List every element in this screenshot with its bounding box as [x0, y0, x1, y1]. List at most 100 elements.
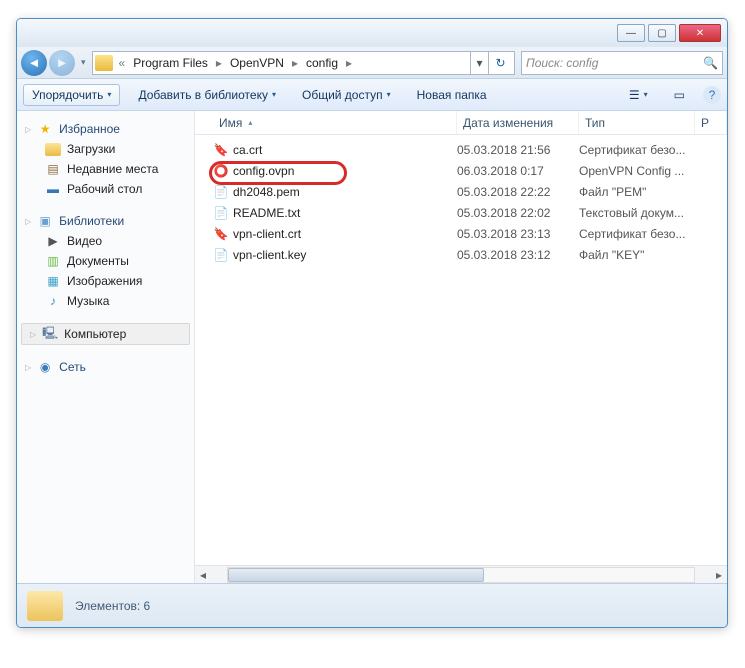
file-icon: 📄	[213, 247, 229, 263]
file-row[interactable]: 📄vpn-client.key05.03.2018 23:12Файл "KEY…	[213, 244, 727, 265]
sidebar-favorites[interactable]: ▷★Избранное	[17, 119, 194, 139]
chevron-down-icon: ▾	[644, 90, 648, 99]
file-date: 06.03.2018 0:17	[457, 164, 579, 178]
chevron-down-icon: ▾	[107, 90, 111, 99]
expand-icon: ▷	[25, 217, 31, 226]
sidebar-computer[interactable]: ▷🖳Компьютер	[21, 323, 190, 345]
file-date: 05.03.2018 22:02	[457, 206, 579, 220]
scroll-left-icon[interactable]: ◂	[195, 568, 211, 582]
back-button[interactable]: ◄	[21, 50, 47, 76]
status-text: Элементов: 6	[75, 599, 150, 613]
body: ▷★Избранное Загрузки ▤Недавние места ▬Ра…	[17, 111, 727, 583]
col-size[interactable]: Р	[695, 111, 727, 134]
breadcrumb-seg[interactable]: OpenVPN	[224, 52, 290, 74]
scroll-right-icon[interactable]: ▸	[711, 568, 727, 582]
recent-icon: ▤	[45, 162, 61, 176]
col-date[interactable]: Дата изменения	[457, 111, 579, 134]
refresh-button[interactable]: ↻	[488, 52, 512, 74]
add-library-button[interactable]: Добавить в библиотеку▾	[130, 85, 284, 105]
chevron-down-icon: ▾	[272, 90, 276, 99]
search-icon: 🔍	[703, 56, 718, 70]
navbar: ◄ ► ▾ « Program Files ▸ OpenVPN ▸ config…	[17, 47, 727, 79]
breadcrumb-seg[interactable]: Program Files	[127, 52, 214, 74]
folder-icon	[95, 55, 113, 71]
sidebar-libraries[interactable]: ▷▣Библиотеки	[17, 211, 194, 231]
file-type: Сертификат безо...	[579, 143, 695, 157]
file-date: 05.03.2018 22:22	[457, 185, 579, 199]
titlebar: — ▢ ✕	[17, 19, 727, 47]
file-type: Файл "PEM"	[579, 185, 695, 199]
documents-icon: ▥	[45, 254, 61, 268]
sidebar-item-video[interactable]: ▶Видео	[17, 231, 194, 251]
folder-icon	[45, 143, 61, 156]
help-button[interactable]: ?	[703, 86, 721, 104]
folder-large-icon	[27, 591, 63, 621]
chevron-right-icon: ▸	[214, 56, 224, 70]
view-button[interactable]: ☰▾	[621, 85, 656, 105]
chevron-right-icon: ▸	[344, 56, 354, 70]
sidebar-item-downloads[interactable]: Загрузки	[17, 139, 194, 159]
sidebar-item-pictures[interactable]: ▦Изображения	[17, 271, 194, 291]
file-icon: 📄	[213, 184, 229, 200]
status-bar: Элементов: 6	[17, 583, 727, 627]
file-date: 05.03.2018 21:56	[457, 143, 579, 157]
file-row[interactable]: 📄README.txt05.03.2018 22:02Текстовый док…	[213, 202, 727, 223]
sidebar-item-music[interactable]: ♪Музыка	[17, 291, 194, 311]
file-type: OpenVPN Config ...	[579, 164, 695, 178]
sidebar-item-desktop[interactable]: ▬Рабочий стол	[17, 179, 194, 199]
pictures-icon: ▦	[45, 274, 61, 288]
column-headers: Имя▴ Дата изменения Тип Р	[195, 111, 727, 135]
file-row[interactable]: 🔖vpn-client.crt05.03.2018 23:13Сертифика…	[213, 223, 727, 244]
breadcrumb-sep: «	[117, 56, 128, 70]
desktop-icon: ▬	[45, 182, 61, 196]
video-icon: ▶	[45, 234, 61, 248]
chevron-down-icon: ▾	[387, 90, 391, 99]
file-row[interactable]: 🔖 ca.crt 05.03.2018 21:56Сертификат безо..…	[213, 139, 727, 160]
star-icon: ★	[37, 122, 53, 136]
expand-icon: ▷	[25, 125, 31, 134]
sidebar: ▷★Избранное Загрузки ▤Недавние места ▬Ра…	[17, 111, 195, 583]
scroll-thumb[interactable]	[228, 568, 484, 582]
organize-button[interactable]: Упорядочить▾	[23, 84, 120, 106]
file-icon: 🔖	[213, 226, 229, 242]
toolbar: Упорядочить▾ Добавить в библиотеку▾ Общи…	[17, 79, 727, 111]
sidebar-network[interactable]: ▷◉Сеть	[17, 357, 194, 377]
file-row[interactable]: ⭕config.ovpn06.03.2018 0:17OpenVPN Confi…	[213, 160, 727, 181]
file-type: Файл "KEY"	[579, 248, 695, 262]
breadcrumb-seg[interactable]: config	[300, 52, 344, 74]
sidebar-item-documents[interactable]: ▥Документы	[17, 251, 194, 271]
file-row[interactable]: 📄 dh2048.pem 05.03.2018 22:22Файл "PEM"	[213, 181, 727, 202]
share-button[interactable]: Общий доступ▾	[294, 85, 399, 105]
sidebar-item-recent[interactable]: ▤Недавние места	[17, 159, 194, 179]
breadcrumb[interactable]: « Program Files ▸ OpenVPN ▸ config ▸ ▾ ↻	[92, 51, 515, 75]
scroll-track[interactable]	[227, 567, 695, 583]
network-icon: ◉	[37, 360, 53, 374]
maximize-button[interactable]: ▢	[648, 24, 676, 42]
close-button[interactable]: ✕	[679, 24, 721, 42]
col-type[interactable]: Тип	[579, 111, 695, 134]
file-icon: 🔖	[213, 142, 229, 158]
file-pane: Имя▴ Дата изменения Тип Р 🔖 ca.crt 05.03.2…	[195, 111, 727, 583]
file-name: dh2048.pem	[233, 185, 300, 199]
file-name: ca.crt	[233, 143, 262, 157]
breadcrumb-dropdown[interactable]: ▾	[470, 52, 488, 74]
file-name: vpn-client.key	[233, 248, 306, 262]
forward-button[interactable]: ►	[49, 50, 75, 76]
file-type: Текстовый докум...	[579, 206, 695, 220]
file-name: config.ovpn	[233, 164, 294, 178]
new-folder-button[interactable]: Новая папка	[409, 85, 495, 105]
file-list: 🔖ca.crt05.03.2018 21:56Сертификат безо..…	[195, 135, 727, 565]
history-dropdown-icon[interactable]: ▾	[81, 57, 86, 68]
explorer-window: — ▢ ✕ ◄ ► ▾ « Program Files ▸ OpenVPN ▸ …	[16, 18, 728, 628]
sort-asc-icon: ▴	[248, 118, 252, 127]
music-icon: ♪	[45, 294, 61, 308]
file-date: 05.03.2018 23:13	[457, 227, 579, 241]
library-icon: ▣	[37, 214, 53, 228]
preview-pane-button[interactable]: ▭	[666, 85, 693, 105]
file-type: Сертификат безо...	[579, 227, 695, 241]
horizontal-scrollbar[interactable]: ◂ ▸	[195, 565, 727, 583]
minimize-button[interactable]: —	[617, 24, 645, 42]
col-name[interactable]: Имя▴	[213, 111, 457, 134]
search-input[interactable]: Поиск: config 🔍	[521, 51, 723, 75]
expand-icon: ▷	[25, 363, 31, 372]
